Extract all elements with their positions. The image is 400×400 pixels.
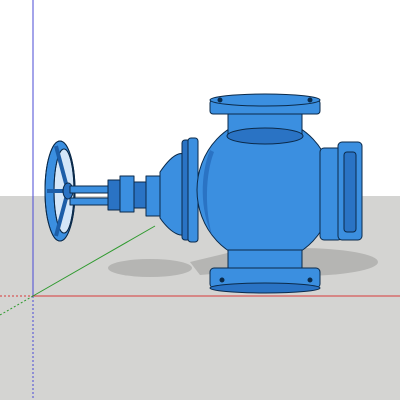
sketchup-3d-viewport[interactable]: [0, 0, 400, 400]
side-flange-right: [319, 141, 363, 241]
viewport-canvas[interactable]: [0, 0, 400, 400]
side-flange-left: [181, 137, 199, 243]
